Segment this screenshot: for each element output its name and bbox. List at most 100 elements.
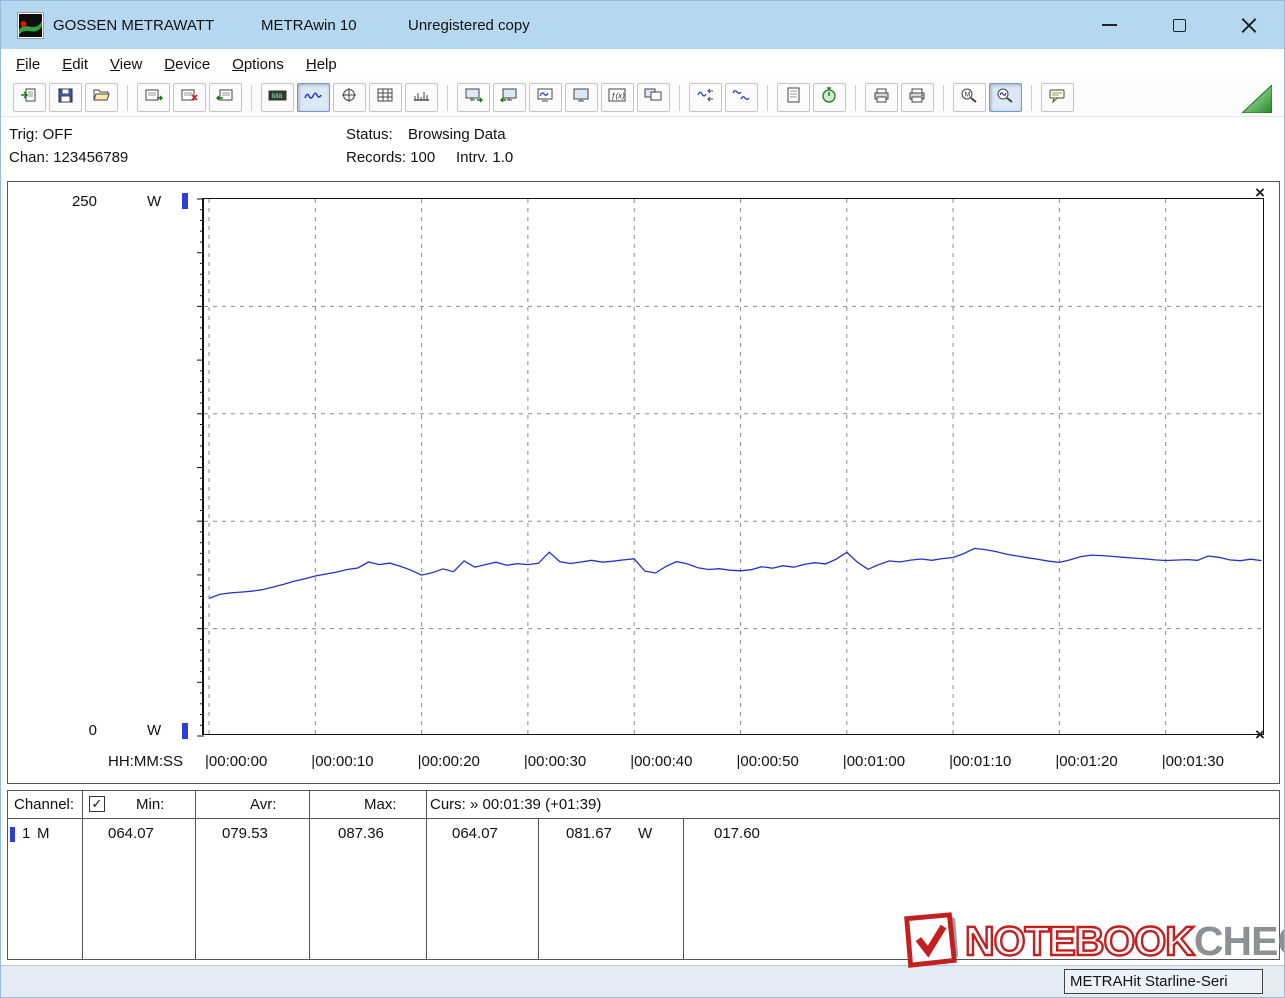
cursor-end-marker-bottom[interactable]: × <box>1255 725 1265 745</box>
zoom-100-button[interactable]: M <box>953 83 986 112</box>
table-column-divider <box>195 791 196 959</box>
channel-color-marker <box>10 827 15 842</box>
copy-screen-button[interactable] <box>637 83 670 112</box>
status-value: Browsing Data <box>408 126 506 143</box>
screen-icon <box>572 87 592 109</box>
notes-button[interactable] <box>777 83 810 112</box>
yt-chart-view-button[interactable] <box>297 83 330 112</box>
records-count: Records: 100 <box>346 149 436 166</box>
svg-text:M: M <box>964 91 970 98</box>
titlebar-brand: GOSSEN METRAWATT <box>53 16 215 34</box>
row-cursor-a-value: 064.07 <box>452 825 498 842</box>
split-curve-button[interactable] <box>725 83 758 112</box>
table-header-min: Min: <box>136 796 165 813</box>
table-header-avr: Avr: <box>250 796 277 813</box>
ruler-icon <box>412 87 432 109</box>
card-in-icon <box>144 87 164 109</box>
channel-visible-checkbox[interactable]: ✓ <box>89 796 105 812</box>
formula-button[interactable]: ƒ(x) <box>601 83 634 112</box>
menu-item-edit[interactable]: Edit <box>51 52 99 77</box>
menu-item-view[interactable]: View <box>99 52 153 77</box>
monitor-button[interactable] <box>565 83 598 112</box>
x-axis-tick-label: |00:01:20 <box>1055 753 1118 770</box>
watermark-word-check: CHECK <box>1193 917 1284 964</box>
table-column-divider <box>426 791 427 959</box>
table-icon <box>376 87 396 109</box>
chart-plot-area[interactable] <box>197 198 1266 737</box>
x-axis-tick-label: |00:00:40 <box>630 753 693 770</box>
status-label: Status: <box>346 126 393 143</box>
toolbar-separator <box>679 84 680 111</box>
timer-button[interactable] <box>813 83 846 112</box>
menu-item-device[interactable]: Device <box>153 52 221 77</box>
zoom-wave-icon <box>996 87 1016 109</box>
row-delta-value: 017.60 <box>714 825 760 842</box>
clear-device-memory-button[interactable] <box>173 83 206 112</box>
table-column-divider <box>309 791 310 959</box>
close-button[interactable] <box>1214 1 1284 49</box>
read-device-memory-button[interactable] <box>137 83 170 112</box>
close-icon <box>1241 17 1257 33</box>
note-icon <box>784 87 804 109</box>
toolbar-separator <box>943 84 944 111</box>
menu-item-help[interactable]: Help <box>295 52 348 77</box>
doc-in-icon <box>20 87 40 109</box>
toolbar-separator <box>251 84 252 111</box>
export-screen-button[interactable] <box>457 83 490 112</box>
table-header-channel: Channel: <box>14 796 75 813</box>
save-file-button[interactable] <box>49 83 82 112</box>
minimize-icon <box>1101 24 1117 26</box>
svg-text:888: 888 <box>271 93 282 100</box>
table-header-cursor: Curs: » 00:01:39 (+01:39) <box>430 796 602 813</box>
row-min-value: 064.07 <box>108 825 154 842</box>
maximize-button[interactable] <box>1144 1 1214 49</box>
menu-item-options[interactable]: Options <box>221 52 295 77</box>
print-preview-button[interactable] <box>865 83 898 112</box>
hints-button[interactable] <box>1041 83 1074 112</box>
screen-wave-icon <box>536 87 556 109</box>
y-axis-unit-top: W <box>147 193 162 210</box>
x-axis-tick-label: |00:01:10 <box>949 753 1012 770</box>
row-channel-mode: M <box>37 825 50 842</box>
cursor-end-marker-top[interactable]: × <box>1255 183 1265 203</box>
x-axis-tick-label: |00:01:30 <box>1161 753 1224 770</box>
zoom-curve-button[interactable] <box>989 83 1022 112</box>
channel-marker-bottom[interactable] <box>182 723 188 739</box>
table-column-divider <box>683 818 684 959</box>
device-name: METRAHit Starline-Seri <box>1070 973 1228 990</box>
crosshair-icon <box>340 87 360 109</box>
status-panel: Trig: OFF Chan: 123456789 Status: Browsi… <box>1 118 1284 180</box>
table-column-divider <box>82 791 83 959</box>
minimize-button[interactable] <box>1074 1 1144 49</box>
screen-out-icon <box>464 87 484 109</box>
stopwatch-icon <box>820 86 840 109</box>
app-logo-icon <box>17 11 44 39</box>
multimeter-display-button[interactable]: 888 <box>261 83 294 112</box>
title-bar: GOSSEN METRAWATT METRAwin 10 Unregistere… <box>1 1 1284 49</box>
data-table-view-button[interactable] <box>369 83 402 112</box>
menu-item-file[interactable]: File <box>5 52 51 77</box>
trigger-status: Trig: OFF <box>9 126 73 143</box>
configure-chart-button[interactable] <box>529 83 562 112</box>
print-button[interactable] <box>901 83 934 112</box>
channel-status: Chan: 123456789 <box>9 149 129 166</box>
statistics-view-button[interactable] <box>405 83 438 112</box>
browse-file-button[interactable] <box>85 83 118 112</box>
card-out-icon <box>215 87 236 109</box>
write-device-memory-button[interactable] <box>209 83 242 112</box>
xy-chart-view-button[interactable] <box>333 83 366 112</box>
wave-small-icon <box>731 87 752 109</box>
toolbar-separator <box>127 84 128 111</box>
open-file-button[interactable] <box>13 83 46 112</box>
status-triangle-icon <box>1242 85 1272 113</box>
notebookcheck-watermark: NOTEBOOKCHECK <box>899 911 1284 971</box>
toolbar-separator <box>1031 84 1032 111</box>
wave-arrows-icon <box>696 87 716 109</box>
channel-marker-top[interactable] <box>182 193 188 209</box>
import-screen-button[interactable] <box>493 83 526 112</box>
y-axis-min-label: 0 <box>88 722 97 739</box>
compress-curve-button[interactable] <box>689 83 722 112</box>
y-axis-max-label: 250 <box>71 193 97 210</box>
toolbar-separator <box>447 84 448 111</box>
x-axis-tick-label: |00:00:20 <box>417 753 480 770</box>
